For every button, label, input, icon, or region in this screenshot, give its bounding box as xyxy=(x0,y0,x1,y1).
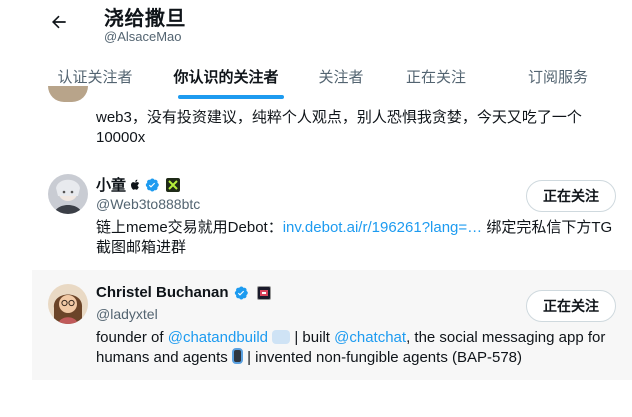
back-button[interactable] xyxy=(46,9,72,35)
following-button[interactable]: 正在关注 xyxy=(526,180,616,212)
avatar[interactable] xyxy=(48,86,88,102)
chat-bubble-emoji-icon xyxy=(272,330,291,344)
user-handle[interactable]: @ladyxtel xyxy=(96,306,158,322)
tab-label: 你认识的关注者 xyxy=(173,68,279,86)
avatar[interactable] xyxy=(48,284,88,324)
bio-mention[interactable]: @chatandbuild xyxy=(168,329,268,346)
avatar[interactable] xyxy=(48,174,88,214)
main-column: 浇给撒旦 @AlsaceMao 认证关注者 你认识的关注者 关注者 正在关注 订… xyxy=(32,0,632,417)
user-name[interactable]: 小童 xyxy=(96,174,126,195)
tab-followers[interactable]: 关注者 xyxy=(294,53,388,99)
verified-badge-icon[interactable] xyxy=(233,285,249,301)
apple-icon xyxy=(131,179,140,190)
bio-text: | invented non-fungible agents (BAP-578) xyxy=(242,349,523,366)
tab-label: 关注者 xyxy=(318,68,364,86)
tab-label: 正在关注 xyxy=(405,68,466,86)
affiliate-badge-icon[interactable] xyxy=(256,285,271,300)
following-button[interactable]: 正在关注 xyxy=(526,290,616,322)
followers-tabs: 认证关注者 你认识的关注者 关注者 正在关注 订阅服务 xyxy=(32,53,632,99)
bio-text: 链上meme交易就用Debot： xyxy=(96,219,283,236)
user-bio: web3，没有投资建议，纯粹个人观点，别人恐惧我贪婪，今天又吃了一个10000x xyxy=(96,109,582,146)
tab-subscriptions[interactable]: 订阅服务 xyxy=(484,53,632,99)
tab-following[interactable]: 正在关注 xyxy=(388,53,484,99)
page-handle: @AlsaceMao xyxy=(104,29,182,44)
bio-mention[interactable]: @chatchat xyxy=(334,329,406,346)
mobile-phone-emoji-icon xyxy=(231,348,243,364)
user-name-line: Christel Buchanan xyxy=(96,284,271,301)
profile-header: 浇给撒旦 @AlsaceMao xyxy=(32,0,632,50)
user-handle[interactable]: @Web3to888btc xyxy=(96,196,200,212)
user-cell[interactable]: Christel Buchanan @ladyxtel 正在关注 founder… xyxy=(32,270,632,380)
arrow-left-icon xyxy=(52,15,66,29)
user-name[interactable]: Christel Buchanan xyxy=(96,284,229,301)
verified-badge-icon[interactable] xyxy=(144,177,160,193)
tab-followers-you-know[interactable]: 你认识的关注者 xyxy=(158,53,294,99)
affiliate-badge-icon[interactable] xyxy=(166,177,181,192)
bio-text: | built xyxy=(290,329,335,346)
user-name-line: 小童 xyxy=(96,174,181,195)
bio-link[interactable]: inv.debot.ai/r/196261?lang=… xyxy=(283,219,482,236)
tab-label: 认证关注者 xyxy=(57,68,133,86)
user-bio: founder of @chatandbuild | built @chatch… xyxy=(96,328,616,368)
user-cell[interactable]: 小童 @Web3to888btc 正在关注 链上meme交易就用Debot：in… xyxy=(32,160,632,270)
active-tab-indicator xyxy=(178,95,284,99)
tab-label: 订阅服务 xyxy=(527,68,588,86)
bio-text: founder of xyxy=(96,329,168,346)
page-title: 浇给撒旦 xyxy=(104,8,186,30)
user-bio: 链上meme交易就用Debot：inv.debot.ai/r/196261?la… xyxy=(96,218,616,258)
